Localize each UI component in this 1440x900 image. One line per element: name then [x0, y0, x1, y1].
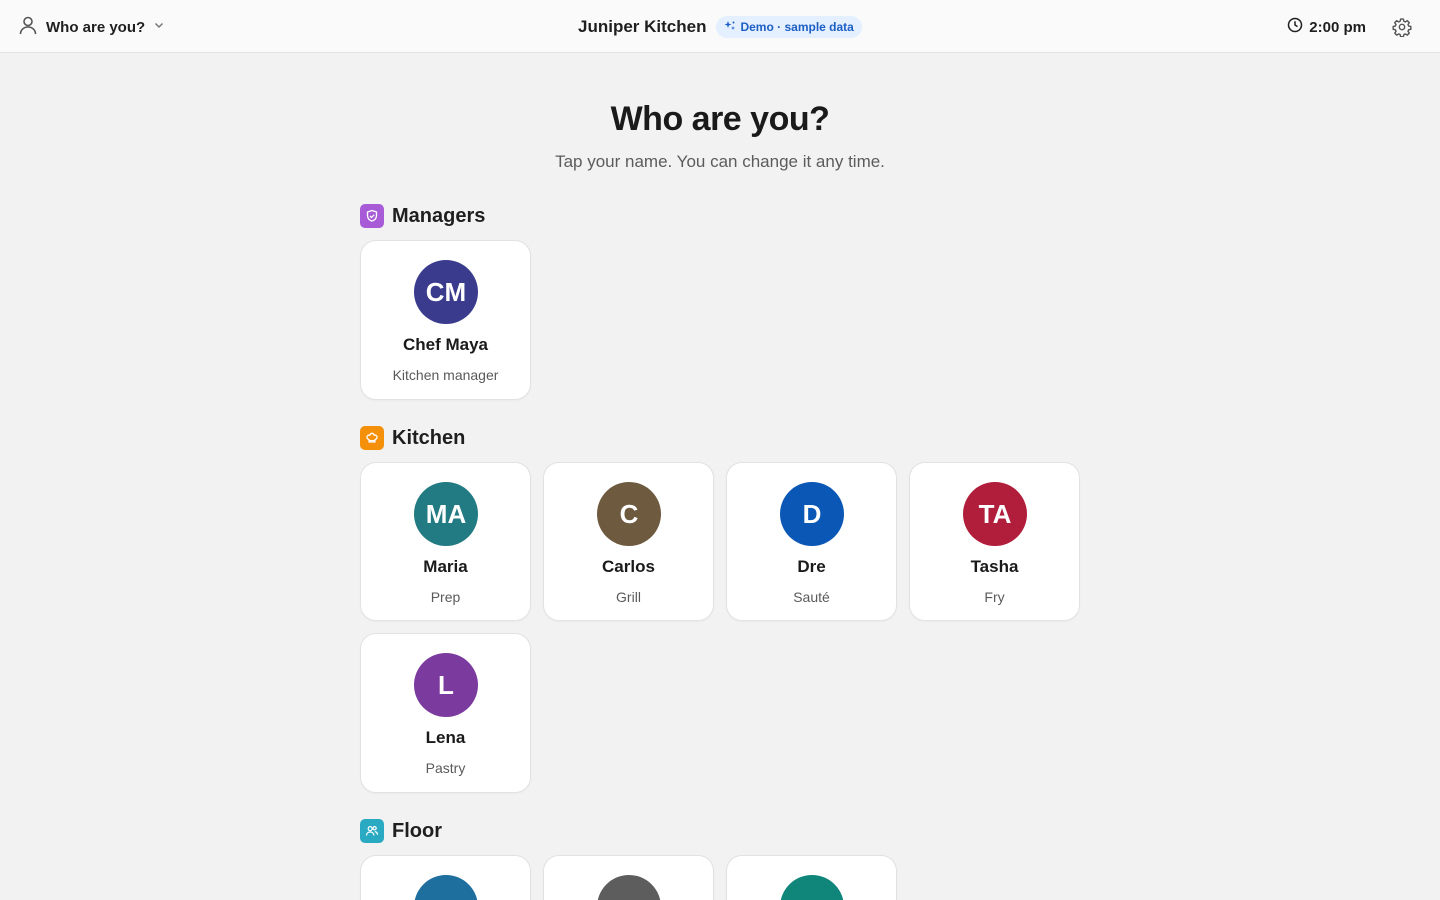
person-name: Tasha	[970, 557, 1019, 576]
person-role: Grill	[616, 589, 641, 605]
person-card-carlos[interactable]: C Carlos Grill	[543, 462, 714, 621]
person-card-tasha[interactable]: TA Tasha Fry	[909, 462, 1080, 621]
page-title: Who are you?	[610, 100, 830, 138]
person-role: Pastry	[425, 760, 466, 776]
avatar: D	[780, 482, 844, 546]
demo-badge: Demo · sample data	[716, 16, 862, 38]
section-label-managers: Managers	[392, 204, 486, 227]
person-role: Sauté	[793, 589, 830, 605]
brand-name: Juniper Kitchen	[578, 17, 707, 36]
clock: 2:00 pm	[1287, 14, 1366, 40]
person-name: Maria	[423, 557, 468, 576]
users-icon	[360, 819, 384, 843]
person-card-floor-1[interactable]	[360, 855, 531, 900]
shield-icon	[360, 204, 384, 228]
user-icon	[18, 15, 38, 40]
avatar	[780, 875, 844, 900]
avatar: CM	[414, 260, 478, 324]
chef-hat-icon	[360, 426, 384, 450]
avatar: TA	[963, 482, 1027, 546]
user-menu-button[interactable]: Who are you?	[18, 14, 165, 40]
section-label-kitchen: Kitchen	[392, 426, 466, 449]
person-name: Carlos	[602, 557, 655, 576]
gear-icon[interactable]	[1392, 17, 1412, 38]
person-name: Lena	[425, 728, 466, 747]
avatar: C	[597, 482, 661, 546]
avatar: L	[414, 653, 478, 717]
demo-badge-label: Demo · sample data	[740, 20, 854, 34]
person-role: Fry	[984, 589, 1005, 605]
avatar	[414, 875, 478, 900]
avatar	[597, 875, 661, 900]
person-card-chef-maya[interactable]: CM Chef Maya Kitchen manager	[360, 240, 531, 400]
person-card-lena[interactable]: L Lena Pastry	[360, 633, 531, 793]
clock-icon	[1287, 17, 1303, 38]
top-bar: Who are you? Juniper Kitchen Demo · samp…	[0, 0, 1440, 53]
page-subtitle: Tap your name. You can change it any tim…	[555, 152, 885, 171]
sparkle-icon	[724, 20, 736, 35]
person-name: Chef Maya	[402, 335, 489, 354]
section-kitchen: Kitchen	[360, 426, 465, 450]
person-card-floor-2[interactable]	[543, 855, 714, 900]
person-card-floor-3[interactable]	[726, 855, 897, 900]
section-floor: Floor	[360, 819, 442, 843]
user-menu-label: Who are you?	[46, 18, 146, 36]
brand: Juniper Kitchen Demo · sample data	[578, 14, 862, 40]
clock-time: 2:00 pm	[1309, 18, 1366, 36]
avatar: MA	[414, 482, 478, 546]
chevron-down-icon	[153, 18, 165, 36]
person-card-dre[interactable]: D Dre Sauté	[726, 462, 897, 621]
person-card-maria[interactable]: MA Maria Prep	[360, 462, 531, 621]
section-managers: Managers	[360, 204, 485, 228]
section-label-floor: Floor	[392, 819, 442, 842]
person-role: Kitchen manager	[392, 367, 499, 383]
person-role: Prep	[430, 589, 461, 605]
person-name: Dre	[797, 557, 826, 576]
